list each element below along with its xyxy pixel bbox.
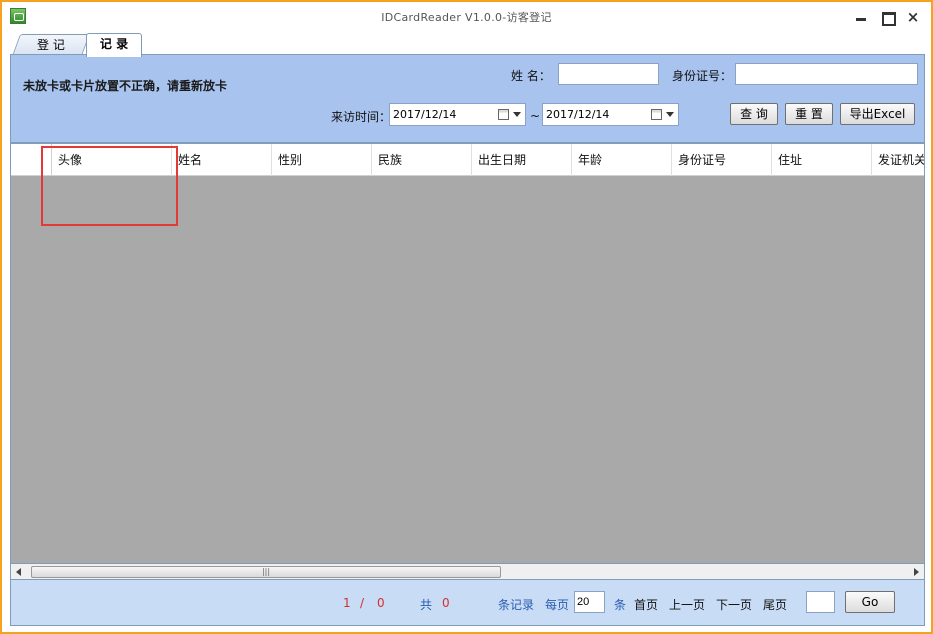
column-header-name[interactable]: 姓名: [172, 144, 272, 176]
column-header-age[interactable]: 年龄: [572, 144, 672, 176]
tab-register-label: 登 记: [37, 38, 65, 52]
id-number-input[interactable]: [735, 63, 918, 85]
total-pages: 0: [377, 596, 385, 610]
scroll-right-icon[interactable]: [914, 568, 919, 576]
reset-button[interactable]: 重 置: [785, 103, 833, 125]
date-to-value: 2017/12/14: [546, 108, 610, 121]
search-panel: 未放卡或卡片放置不正确，请重新放卡 姓 名： 身份证号： 来访时间： 2017/…: [10, 54, 925, 143]
per-page-unit: 条: [614, 598, 627, 612]
next-page-link[interactable]: 下一页: [716, 596, 752, 613]
close-icon[interactable]: ×: [905, 10, 921, 25]
date-to-picker[interactable]: 2017/12/14: [542, 103, 679, 126]
total-count: 0: [442, 596, 450, 610]
chevron-down-icon[interactable]: [666, 112, 674, 117]
pagination-bar: 1 / 0 共 0 条记录 每页 条 首页 上一页 下一页 尾页 Go: [10, 580, 925, 626]
maximize-icon[interactable]: [879, 10, 896, 26]
calendar-icon[interactable]: [498, 109, 509, 120]
last-page-link[interactable]: 尾页: [763, 596, 787, 613]
first-page-link[interactable]: 首页: [634, 596, 658, 613]
card-warning-text: 未放卡或卡片放置不正确，请重新放卡: [23, 79, 228, 93]
horizontal-scrollbar[interactable]: |||: [10, 564, 925, 580]
column-header-address[interactable]: 住址: [772, 144, 872, 176]
tab-records[interactable]: 记 录: [86, 33, 142, 57]
app-window: IDCardReader V1.0.0-访客登记 × 登 记 记 录 未放卡或卡…: [0, 0, 933, 634]
prev-page-link[interactable]: 上一页: [669, 596, 705, 613]
date-from-value: 2017/12/14: [393, 108, 457, 121]
per-page-label: 每页: [545, 598, 570, 612]
column-header-gender[interactable]: 性别: [272, 144, 372, 176]
column-header-issuing-authority[interactable]: 发证机关: [872, 144, 924, 176]
go-button[interactable]: Go: [845, 591, 895, 613]
page-separator: /: [360, 596, 365, 610]
total-prefix: 共: [420, 598, 433, 612]
current-page: 1: [343, 596, 351, 610]
tab-register[interactable]: 登 记: [11, 34, 91, 56]
goto-page-input[interactable]: [806, 591, 835, 613]
avatar-column-highlight: [41, 146, 178, 226]
visit-time-label: 来访时间：: [331, 110, 392, 124]
column-header-id-number[interactable]: 身份证号: [672, 144, 772, 176]
title-bar[interactable]: IDCardReader V1.0.0-访客登记 ×: [2, 2, 931, 32]
scrollbar-thumb[interactable]: |||: [31, 566, 501, 578]
tab-strip: 登 记 记 录: [10, 32, 925, 57]
window-title: IDCardReader V1.0.0-访客登记: [381, 11, 552, 24]
column-header-ethnicity[interactable]: 民族: [372, 144, 472, 176]
scroll-left-icon[interactable]: [16, 568, 21, 576]
chevron-down-icon[interactable]: [513, 112, 521, 117]
name-label: 姓 名：: [511, 69, 551, 83]
date-range-separator: ~: [530, 109, 541, 123]
date-from-picker[interactable]: 2017/12/14: [389, 103, 526, 126]
query-button[interactable]: 查 询: [730, 103, 778, 125]
minimize-icon[interactable]: [853, 10, 869, 24]
calendar-icon[interactable]: [651, 109, 662, 120]
name-input[interactable]: [558, 63, 659, 85]
export-excel-button[interactable]: 导出Excel: [840, 103, 915, 125]
per-page-input[interactable]: [574, 591, 605, 613]
id-number-label: 身份证号：: [672, 69, 733, 83]
records-suffix: 条记录: [498, 598, 535, 612]
column-header-birthdate[interactable]: 出生日期: [472, 144, 572, 176]
